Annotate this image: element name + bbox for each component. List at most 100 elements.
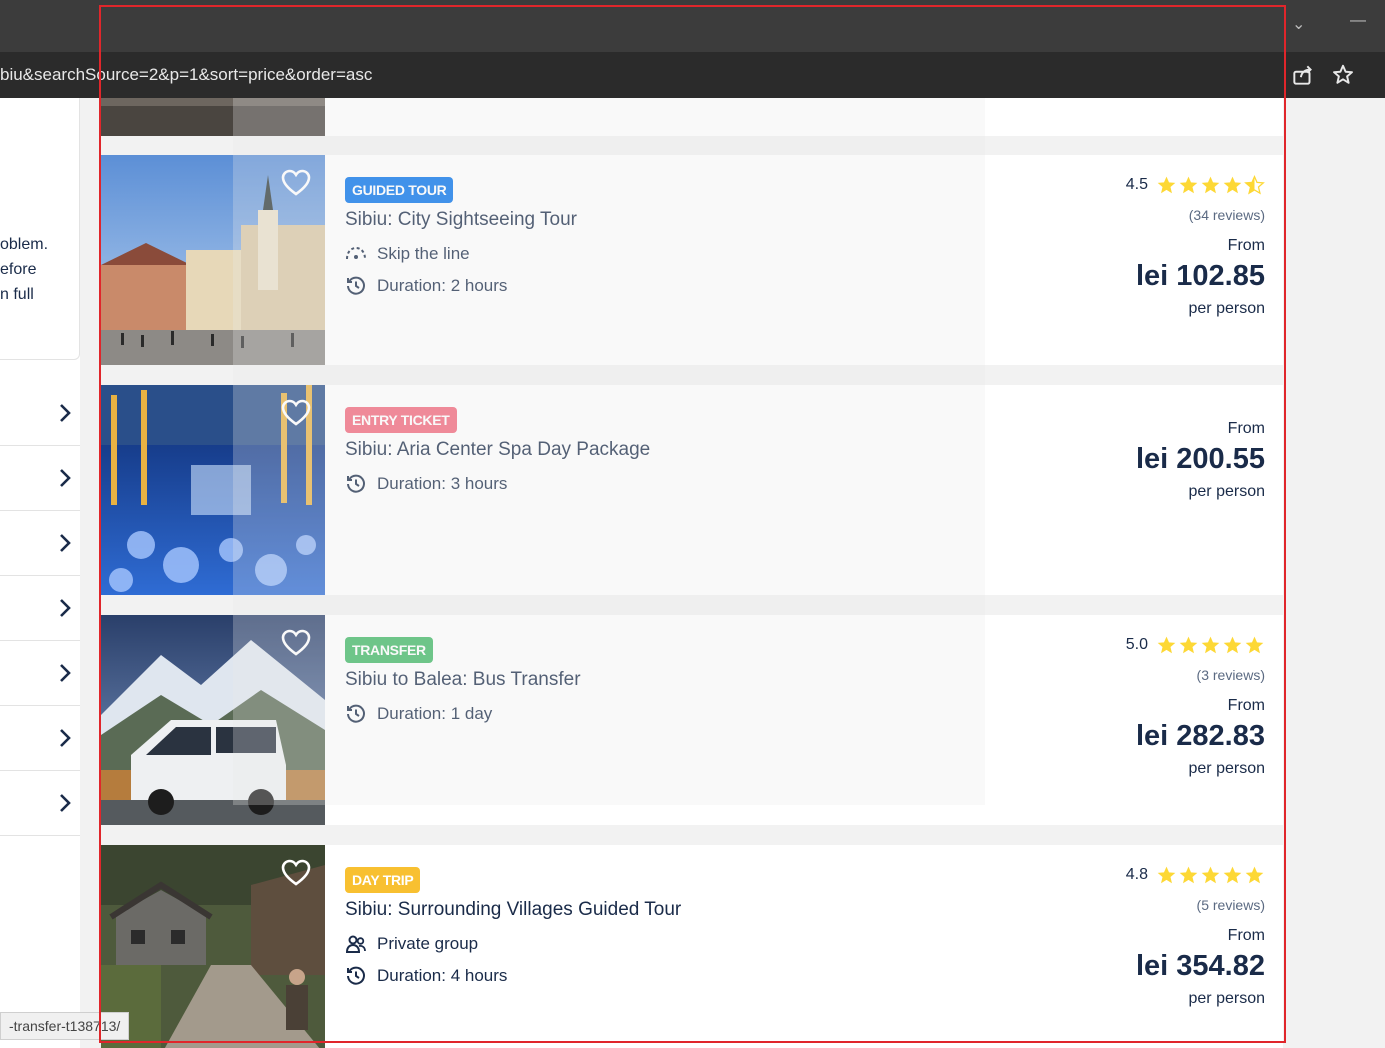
activity-title[interactable]: Sibiu to Balea: Bus Transfer — [345, 669, 581, 691]
feature-duration: Duration: 1 day — [345, 703, 492, 725]
sidebar-text-line: oblem. — [0, 236, 49, 253]
activity-image[interactable] — [101, 155, 325, 365]
activity-image[interactable] — [101, 98, 325, 136]
rating: 5.0 — [1126, 635, 1265, 655]
activity-card[interactable]: TRANSFER Sibiu to Balea: Bus Transfer Du… — [101, 615, 1283, 825]
star-icon — [1179, 176, 1198, 194]
star-rating — [1156, 865, 1265, 885]
filter-row[interactable] — [0, 381, 80, 446]
filter-row[interactable] — [0, 706, 80, 771]
review-count[interactable]: (3 reviews) — [1197, 667, 1265, 683]
price-from-label: From — [1227, 420, 1265, 437]
price-value: lei 282.83 — [1136, 720, 1265, 752]
price-value: lei 102.85 — [1136, 260, 1265, 292]
wishlist-heart-icon[interactable] — [281, 629, 311, 657]
price-per-label: per person — [1188, 990, 1266, 1007]
minimize-icon[interactable]: — — [1350, 12, 1366, 30]
activity-title[interactable]: Sibiu: Surrounding Villages Guided Tour — [345, 899, 681, 921]
filter-row[interactable] — [0, 641, 80, 706]
chevron-right-icon — [60, 794, 71, 812]
price-from-label: From — [1227, 237, 1265, 254]
price-per-label: per person — [1188, 760, 1266, 777]
star-icon — [1201, 176, 1220, 194]
filter-sidebar: oblem. efore n full — [0, 98, 80, 1048]
activity-type-badge: GUIDED TOUR — [345, 177, 454, 203]
chevron-right-icon — [60, 404, 71, 422]
star-icon — [1244, 175, 1265, 195]
url-text[interactable]: biu&searchSource=2&p=1&sort=price&order=… — [0, 65, 372, 85]
share-icon[interactable] — [1290, 62, 1316, 88]
page-content: oblem. efore n full GUIDED TOUR Sibiu: C… — [0, 98, 1385, 1048]
browser-tabstrip: ⌄ — — [0, 0, 1385, 52]
activity-title[interactable]: Sibiu: Aria Center Spa Day Package — [345, 439, 650, 461]
activity-card[interactable]: GUIDED TOUR Sibiu: City Sightseeing Tour… — [101, 155, 1283, 365]
bookmark-star-icon[interactable] — [1330, 62, 1356, 88]
activity-title[interactable]: Sibiu: City Sightseeing Tour — [345, 209, 577, 231]
tab-search-chevron-icon[interactable]: ⌄ — [1292, 14, 1305, 34]
feature-duration: Duration: 4 hours — [345, 965, 507, 987]
wishlist-heart-icon[interactable] — [281, 399, 311, 427]
activity-image[interactable] — [101, 845, 325, 1048]
chevron-right-icon — [60, 599, 71, 617]
activity-type-badge: ENTRY TICKET — [345, 407, 457, 433]
price-per-label: per person — [1188, 483, 1266, 500]
skip-line-icon — [346, 246, 366, 260]
activity-card[interactable]: ENTRY TICKET Sibiu: Aria Center Spa Day … — [101, 385, 1283, 595]
activity-image[interactable] — [101, 615, 325, 825]
price-per-label: per person — [1188, 300, 1266, 317]
activity-card[interactable]: DAY TRIP Sibiu: Surrounding Villages Gui… — [101, 845, 1283, 1048]
feature-label: Duration: 1 day — [377, 704, 493, 723]
clock-icon — [347, 276, 365, 295]
review-count[interactable]: (5 reviews) — [1197, 897, 1265, 913]
star-icon — [1223, 866, 1242, 884]
chevron-right-icon — [60, 664, 71, 682]
clock-icon — [347, 704, 365, 723]
price-from-label: From — [1227, 697, 1265, 714]
star-icon — [1157, 636, 1176, 654]
sidebar-text-line: efore — [0, 261, 37, 278]
chevron-right-icon — [60, 729, 71, 747]
activity-type-badge: TRANSFER — [345, 637, 433, 663]
rating-value: 5.0 — [1125, 636, 1148, 653]
star-icon — [1179, 866, 1198, 884]
filter-row[interactable] — [0, 511, 80, 576]
review-count[interactable]: (34 reviews) — [1189, 207, 1265, 223]
star-icon — [1179, 636, 1198, 654]
star-rating — [1156, 635, 1265, 655]
price-value: lei 200.55 — [1136, 443, 1265, 475]
sidebar-text-line: n full — [0, 286, 34, 303]
rating-value: 4.5 — [1125, 176, 1148, 193]
star-icon — [1245, 866, 1264, 884]
rating: 4.5 — [1126, 175, 1265, 195]
star-icon — [1157, 176, 1176, 194]
star-icon — [1157, 866, 1176, 884]
feature-private-group: Private group — [345, 933, 478, 955]
wishlist-heart-icon[interactable] — [281, 169, 311, 197]
rating-value: 4.8 — [1125, 866, 1148, 883]
star-rating — [1156, 175, 1265, 195]
clock-icon — [347, 474, 365, 493]
browser-address-bar[interactable]: biu&searchSource=2&p=1&sort=price&order=… — [0, 52, 1385, 98]
feature-duration: Duration: 2 hours — [345, 275, 507, 297]
sidebar-info-box: oblem. efore n full — [0, 98, 80, 360]
price-value: lei 354.82 — [1136, 950, 1265, 982]
feature-label: Private group — [377, 934, 479, 953]
chevron-right-icon — [60, 469, 71, 487]
price-from-label: From — [1227, 927, 1265, 944]
clock-icon — [347, 966, 365, 985]
filter-row[interactable] — [0, 771, 80, 836]
feature-label: Duration: 2 hours — [377, 276, 508, 295]
feature-skip-line: Skip the line — [345, 243, 470, 265]
rating: 4.8 — [1126, 865, 1265, 885]
star-icon — [1223, 176, 1242, 194]
activity-type-badge: DAY TRIP — [345, 867, 421, 893]
activity-card-partial[interactable] — [101, 98, 1283, 136]
link-status-bar: -transfer-t138713/ — [0, 1012, 130, 1040]
filter-row[interactable] — [0, 576, 80, 641]
feature-label: Duration: 3 hours — [377, 474, 508, 493]
wishlist-heart-icon[interactable] — [281, 859, 311, 887]
private-group-icon — [345, 935, 366, 953]
activity-image[interactable] — [101, 385, 325, 595]
filter-row[interactable] — [0, 446, 80, 511]
feature-label: Duration: 4 hours — [377, 966, 508, 985]
